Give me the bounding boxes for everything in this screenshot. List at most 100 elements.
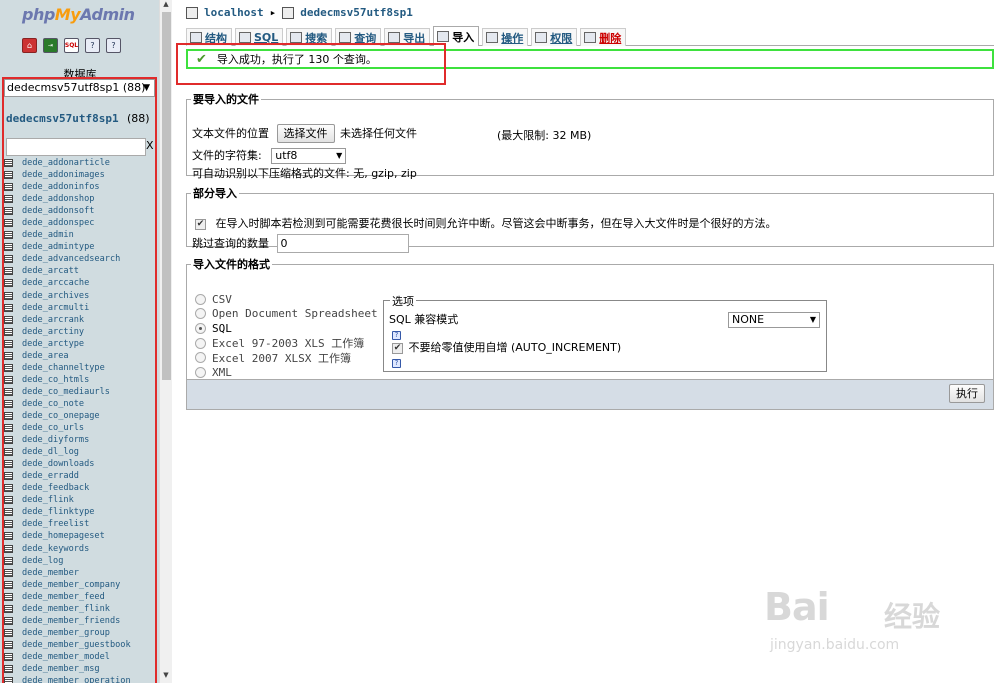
table-list-item[interactable]: dede_dl_log: [4, 446, 159, 458]
table-list-item[interactable]: dede_member_company: [4, 579, 159, 591]
table-list-item[interactable]: dede_arcatt: [4, 265, 159, 277]
sql-compat-select[interactable]: NONE ▼: [728, 312, 820, 328]
table-icon[interactable]: [4, 496, 13, 505]
table-name[interactable]: dede_downloads: [22, 459, 94, 469]
format-radio[interactable]: [195, 322, 206, 334]
table-name[interactable]: dede_archives: [22, 291, 89, 301]
table-name[interactable]: dede_co_htmls: [22, 375, 89, 385]
skip-queries-input[interactable]: 0: [276, 234, 409, 253]
table-list-item[interactable]: dede_archives: [4, 290, 159, 302]
table-icon[interactable]: [4, 652, 13, 661]
table-name[interactable]: dede_addonshop: [22, 194, 94, 204]
table-name[interactable]: dede_member_flink: [22, 604, 110, 614]
table-name[interactable]: dede_member_feed: [22, 592, 105, 602]
breadcrumb-server[interactable]: localhost: [204, 6, 264, 19]
table-icon[interactable]: [4, 291, 13, 300]
choose-file-button[interactable]: 选择文件: [276, 124, 335, 143]
table-name[interactable]: dede_freelist: [22, 519, 89, 529]
tab-import[interactable]: 导入: [433, 26, 480, 46]
table-list-item[interactable]: dede_member_feed: [4, 591, 159, 603]
table-icon[interactable]: [4, 556, 13, 565]
table-list-item[interactable]: dede_downloads: [4, 458, 159, 470]
table-list-item[interactable]: dede_member: [4, 567, 159, 579]
database-select[interactable]: dedecmsv57utf8sp1 (88) ▼: [4, 79, 155, 97]
table-icon[interactable]: [4, 375, 13, 384]
table-icon[interactable]: [4, 484, 13, 493]
table-icon[interactable]: [4, 327, 13, 336]
table-list-item[interactable]: dede_member_operation: [4, 675, 159, 683]
table-icon[interactable]: [4, 399, 13, 408]
table-list-item[interactable]: dede_co_mediaurls: [4, 386, 159, 398]
table-name[interactable]: dede_advancedsearch: [22, 254, 120, 264]
table-list-item[interactable]: dede_keywords: [4, 543, 159, 555]
table-list-item[interactable]: dede_arcrank: [4, 314, 159, 326]
table-name[interactable]: dede_arctiny: [22, 327, 84, 337]
table-list-item[interactable]: dede_addonarticle: [4, 157, 159, 169]
table-filter-input[interactable]: [6, 138, 146, 156]
table-list-item[interactable]: dede_area: [4, 350, 159, 362]
table-list-item[interactable]: dede_admintype: [4, 241, 159, 253]
scroll-down-arrow-icon[interactable]: ▼: [160, 671, 172, 683]
format-radio[interactable]: [195, 366, 206, 378]
table-icon[interactable]: [4, 677, 13, 683]
tab-privileges[interactable]: 权限: [531, 28, 578, 46]
table-name[interactable]: dede_member: [22, 568, 79, 578]
table-icon[interactable]: [4, 363, 13, 372]
table-list-item[interactable]: dede_addoninfos: [4, 181, 159, 193]
breadcrumb-database[interactable]: dedecmsv57utf8sp1: [300, 6, 413, 19]
table-list-item[interactable]: dede_flinktype: [4, 506, 159, 518]
table-icon[interactable]: [4, 592, 13, 601]
filter-clear-button[interactable]: X: [146, 139, 154, 152]
home-icon[interactable]: ⌂: [22, 38, 37, 53]
format-option[interactable]: XML: [195, 365, 378, 380]
format-option[interactable]: SQL: [195, 321, 378, 336]
table-list-item[interactable]: dede_flink: [4, 494, 159, 506]
table-icon[interactable]: [4, 568, 13, 577]
table-name[interactable]: dede_keywords: [22, 544, 89, 554]
table-name[interactable]: dede_channeltype: [22, 363, 105, 373]
format-radio[interactable]: [195, 352, 206, 364]
table-list-item[interactable]: dede_member_friends: [4, 615, 159, 627]
tab-operations[interactable]: 操作: [482, 28, 529, 46]
table-icon[interactable]: [4, 604, 13, 613]
docs-icon[interactable]: ?: [85, 38, 100, 53]
table-icon[interactable]: [4, 303, 13, 312]
table-list-item[interactable]: dede_co_note: [4, 398, 159, 410]
table-icon[interactable]: [4, 231, 13, 240]
table-list-item[interactable]: dede_homepageset: [4, 530, 159, 542]
sidebar-scrollbar[interactable]: ▲ ▼: [159, 0, 172, 683]
table-icon[interactable]: [4, 339, 13, 348]
table-list-item[interactable]: dede_advancedsearch: [4, 253, 159, 265]
table-icon[interactable]: [4, 387, 13, 396]
table-list-item[interactable]: dede_member_msg: [4, 663, 159, 675]
database-link[interactable]: dedecmsv57utf8sp1: [6, 112, 119, 125]
phpmyadmin-logo[interactable]: phpMyAdmin: [22, 5, 135, 24]
table-icon[interactable]: [4, 267, 13, 276]
table-list-item[interactable]: dede_member_group: [4, 627, 159, 639]
table-icon[interactable]: [4, 460, 13, 469]
format-option[interactable]: Excel 2007 XLSX 工作簿: [195, 350, 378, 365]
table-list-item[interactable]: dede_diyforms: [4, 434, 159, 446]
table-name[interactable]: dede_member_friends: [22, 616, 120, 626]
sql-icon[interactable]: SQL: [64, 38, 79, 53]
format-option[interactable]: CSV: [195, 292, 378, 307]
table-list-item[interactable]: dede_log: [4, 555, 159, 567]
format-radio[interactable]: [195, 293, 206, 305]
tab-query[interactable]: 查询: [335, 28, 382, 46]
table-list-item[interactable]: dede_co_onepage: [4, 410, 159, 422]
tab-structure[interactable]: 结构: [186, 28, 232, 46]
no-auto-value-checkbox[interactable]: ✔: [392, 342, 403, 354]
tab-export[interactable]: 导出: [384, 28, 431, 46]
table-icon[interactable]: [4, 448, 13, 457]
table-icon[interactable]: [4, 436, 13, 445]
table-icon[interactable]: [4, 351, 13, 360]
table-icon[interactable]: [4, 580, 13, 589]
table-list-item[interactable]: dede_addonspec: [4, 217, 159, 229]
table-name[interactable]: dede_addonsoft: [22, 206, 94, 216]
table-list-item[interactable]: dede_member_guestbook: [4, 639, 159, 651]
table-icon[interactable]: [4, 195, 13, 204]
table-list-item[interactable]: dede_freelist: [4, 518, 159, 530]
table-name[interactable]: dede_co_mediaurls: [22, 387, 110, 397]
table-icon[interactable]: [4, 664, 13, 673]
table-name[interactable]: dede_arcatt: [22, 266, 79, 276]
